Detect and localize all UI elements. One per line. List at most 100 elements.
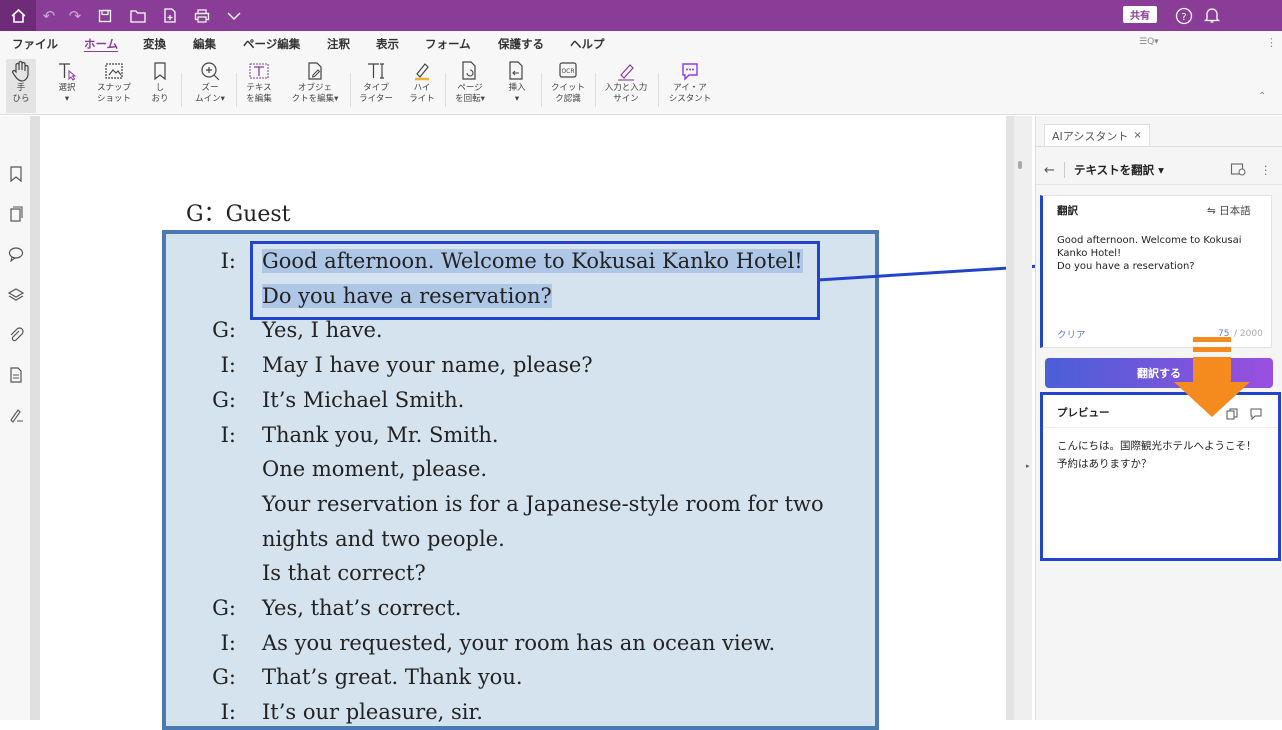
source-text-input[interactable]: Good afternoon. Welcome to Kokusai Kanko… xyxy=(1057,234,1267,273)
tab-label: AIアシスタント xyxy=(1052,129,1129,143)
dialog-line: It’s Michael Smith. xyxy=(262,388,464,412)
ocr-button[interactable]: OCR クイット ク認識 xyxy=(546,59,590,105)
speaker-label: I: xyxy=(220,422,236,447)
bookmark-label: し おり xyxy=(151,83,169,104)
zoom-in-button[interactable]: ズー ムイン▾ xyxy=(190,59,230,105)
new-file-icon[interactable] xyxy=(154,0,186,31)
menu-home[interactable]: ホーム xyxy=(84,36,118,52)
edit-text-button[interactable]: テキス を編集 xyxy=(240,59,278,105)
fill-sign-button[interactable]: 入力と入力 サイン xyxy=(600,59,652,105)
undo-icon[interactable]: ↶ xyxy=(36,0,62,31)
clear-button[interactable]: クリア xyxy=(1057,327,1086,341)
menu-protect[interactable]: 保護する xyxy=(498,36,544,52)
search-options-icon[interactable]: ☰Q▾ xyxy=(1139,37,1159,47)
menu-page-edit[interactable]: ページ編集 xyxy=(243,36,300,52)
more-vert-icon[interactable]: ⋮ xyxy=(1266,36,1277,49)
dialog-line-text: Yes, that’s correct. xyxy=(262,596,462,620)
back-arrow-icon[interactable]: ← xyxy=(1044,163,1055,178)
dialog-line: That’s great. Thank you. xyxy=(262,665,523,689)
save-icon[interactable] xyxy=(88,0,122,31)
more-options-icon[interactable]: ⋮ xyxy=(1260,163,1272,177)
dialog-line-text: Thank you, Mr. Smith. xyxy=(262,422,499,447)
arrow-down-icon xyxy=(1174,337,1250,417)
speaker-label: G: xyxy=(212,318,236,343)
bookmark-icon xyxy=(152,59,168,83)
typewriter-button[interactable]: タイプ ライター xyxy=(355,59,397,105)
typewriter-label: タイプ ライター xyxy=(359,83,393,104)
dialog-line: May I have your name, please? xyxy=(262,353,593,377)
dialog-line: Your reservation is for a Japanese-style… xyxy=(262,492,824,516)
history-icon[interactable] xyxy=(1230,162,1246,179)
bell-icon[interactable] xyxy=(1204,0,1220,31)
menu-help[interactable]: ヘルプ xyxy=(570,36,605,52)
select-button[interactable]: 選択 ▾ xyxy=(52,59,82,105)
bookmark-button[interactable]: し おり xyxy=(148,59,172,105)
ai-assistant-button[interactable]: アイ・ア シスタント xyxy=(662,59,718,105)
highlight-button[interactable]: ハイ ライト xyxy=(405,59,439,105)
dialog-line-text: May I have your name, please? xyxy=(262,353,593,378)
rotate-page-button[interactable]: ページ を回転▾ xyxy=(450,59,490,105)
menu-bar: ファイル ホーム 変換 編集 ページ編集 注釈 表示 フォーム 保護する ヘルプ… xyxy=(0,31,1282,83)
language-select[interactable]: ⇋ 日本語 xyxy=(1207,203,1251,218)
ribbon-toolbar: 手 ひら 選択 ▾ スナップ ショット し おり ズー ムイン▾ テキス を編集… xyxy=(0,55,1282,115)
dialog-line-text: Yes, I have. xyxy=(262,318,383,343)
edit-text-icon xyxy=(248,59,270,83)
select-label: 選択 ▾ xyxy=(58,83,76,104)
share-button[interactable]: 共有 xyxy=(1123,6,1157,23)
menu-edit[interactable]: 編集 xyxy=(193,36,216,52)
guest-heading: G：Guest xyxy=(186,202,291,227)
menu-annotate[interactable]: 注釈 xyxy=(327,36,350,52)
menu-form[interactable]: フォーム xyxy=(425,36,471,52)
menu-convert[interactable]: 変換 xyxy=(143,36,166,52)
speaker-label: G: xyxy=(212,596,236,620)
insert-label: 挿入 ▾ xyxy=(508,83,526,104)
fill-sign-icon xyxy=(615,59,637,83)
ai-assistant-label: アイ・ア シスタント xyxy=(668,83,712,104)
signature-icon[interactable] xyxy=(8,407,24,423)
chevron-down-icon[interactable] xyxy=(218,0,250,31)
ribbon-divider xyxy=(595,73,596,107)
mode-dropdown[interactable]: テキストを翻訳 ▾ xyxy=(1074,162,1164,178)
help-icon[interactable]: ? xyxy=(1175,0,1193,31)
translate-card: 翻訳 ⇋ 日本語 Good afternoon. Welcome to Koku… xyxy=(1040,195,1272,348)
insert-note-icon[interactable] xyxy=(1250,405,1262,424)
snapshot-label: スナップ ショット xyxy=(96,83,131,104)
selection-highlight-box xyxy=(250,241,820,320)
dialog-line-text: As you requested, your room has an ocean… xyxy=(262,630,776,655)
collapse-ribbon-icon[interactable]: ⌃ xyxy=(1258,91,1266,102)
menu-view[interactable]: 表示 xyxy=(376,36,399,52)
speaker-label: G: xyxy=(212,665,236,690)
dialog-line: nights and two people. xyxy=(262,527,505,551)
insert-button[interactable]: 挿入 ▾ xyxy=(500,59,534,105)
ribbon-divider xyxy=(541,73,542,107)
comment-icon[interactable] xyxy=(8,246,24,262)
edit-object-button[interactable]: オブジェ クトを編集▾ xyxy=(286,59,344,105)
ribbon-divider xyxy=(236,73,237,107)
ai-assistant-panel: AIアシスタント × ← テキストを翻訳 ▾ ⋮ 翻訳 ⇋ 日本語 Good a… xyxy=(1035,116,1282,720)
snapshot-button[interactable]: スナップ ショット xyxy=(92,59,136,105)
tab-ai-assistant[interactable]: AIアシスタント × xyxy=(1044,124,1150,146)
open-folder-icon[interactable] xyxy=(122,0,154,31)
close-icon[interactable]: × xyxy=(1133,130,1141,141)
expand-panel-icon[interactable]: ▸ xyxy=(1026,462,1030,470)
ribbon-divider xyxy=(350,73,351,107)
speaker-label: I: xyxy=(220,249,236,273)
dialog-line: Yes, that’s correct. xyxy=(262,596,461,620)
dialog-line: One moment, please. xyxy=(262,457,487,481)
hand-icon xyxy=(11,59,31,83)
layers-icon[interactable] xyxy=(8,287,24,303)
dialog-line: Thank you, Mr. Smith. xyxy=(262,423,499,447)
attachment-icon[interactable] xyxy=(8,327,24,343)
print-icon[interactable] xyxy=(186,0,218,31)
edit-object-icon xyxy=(305,59,325,83)
pages-icon[interactable] xyxy=(8,206,24,222)
scrollbar-thumb[interactable] xyxy=(1018,161,1022,169)
hand-tool-button[interactable]: 手 ひら xyxy=(6,59,36,113)
dialog-line: Yes, I have. xyxy=(262,318,383,342)
bookmark-icon[interactable] xyxy=(8,166,24,182)
document-icon[interactable] xyxy=(8,367,24,383)
redo-icon[interactable]: ↷ xyxy=(62,0,88,31)
menu-file[interactable]: ファイル xyxy=(12,36,58,52)
ai-assistant-icon xyxy=(679,59,701,83)
home-icon[interactable] xyxy=(0,0,36,31)
